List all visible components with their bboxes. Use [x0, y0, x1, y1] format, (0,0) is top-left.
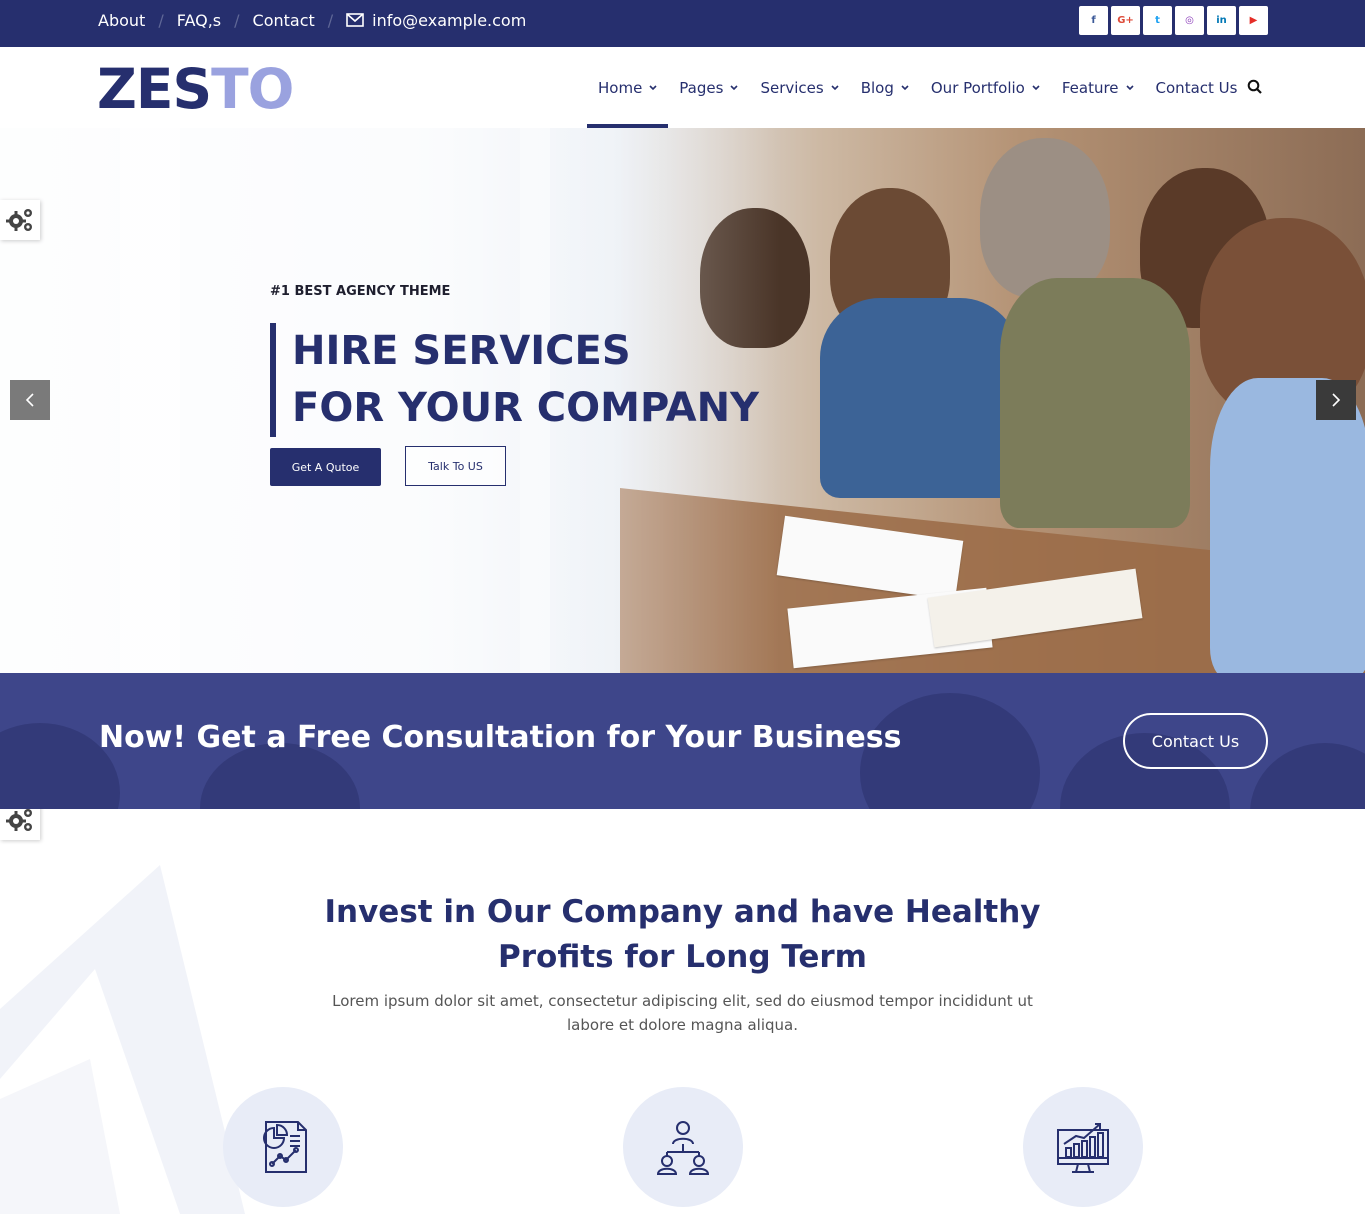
growth-monitor-icon	[1057, 1123, 1109, 1173]
talk-to-us-button[interactable]: Talk To US	[405, 446, 506, 486]
top-bar: About / FAQ,s / Contact / info@example.c…	[0, 0, 1365, 47]
youtube-icon[interactable]: ▶	[1239, 6, 1268, 35]
google-plus-icon[interactable]: G+	[1111, 6, 1140, 35]
feature-icon-circle[interactable]	[1023, 1087, 1143, 1207]
nav-item-blog[interactable]: Blog	[850, 47, 920, 128]
nav-item-contact-us[interactable]: Contact Us	[1145, 47, 1249, 128]
email-text: info@example.com	[372, 10, 527, 30]
search-icon[interactable]	[1247, 79, 1263, 95]
chevron-left-icon	[25, 393, 34, 407]
get-quote-button[interactable]: Get A Qutoe	[270, 448, 381, 486]
chevron-down-icon	[730, 84, 739, 90]
main-nav: Home Pages Services Blog Our Portfolio F…	[587, 47, 1248, 128]
chevron-down-icon	[901, 84, 909, 90]
instagram-icon[interactable]: ◎	[1175, 6, 1204, 35]
invest-heading-line: Invest in Our Company and have Healthy	[324, 894, 1041, 930]
slider-next-button[interactable]	[1316, 380, 1356, 420]
invest-description: Lorem ipsum dolor sit amet, consectetur …	[330, 989, 1035, 1037]
chevron-down-icon	[1032, 84, 1040, 90]
report-chart-icon	[263, 1121, 307, 1173]
slider-prev-button[interactable]	[10, 380, 50, 420]
invest-description-line: labore et dolore magna aliqua.	[567, 1016, 798, 1034]
separator: /	[234, 10, 240, 30]
hero-person-image	[1000, 278, 1190, 528]
separator: /	[158, 10, 164, 30]
twitter-icon[interactable]: t	[1143, 6, 1172, 35]
hero-person-image	[820, 298, 1020, 498]
hero-title-line: HIRE SERVICES	[292, 328, 631, 374]
hero-person-image	[1210, 378, 1365, 673]
nav-item-pages[interactable]: Pages	[668, 47, 749, 128]
top-link-faq[interactable]: FAQ,s	[177, 11, 221, 30]
chevron-down-icon	[831, 84, 839, 90]
logo-dark-part: ZES	[97, 57, 212, 121]
consultation-heading: Now! Get a Free Consultation for Your Bu…	[99, 720, 902, 755]
chevron-down-icon	[649, 84, 657, 90]
chevron-down-icon	[1125, 84, 1134, 90]
logo-light-part: TO	[211, 57, 294, 121]
top-link-about[interactable]: About	[98, 11, 145, 30]
feature-icon-circle[interactable]	[223, 1087, 343, 1207]
social-links: f G+ t ◎ in ▶	[1079, 6, 1268, 35]
main-header: ZESTO Home Pages Services Blog Our Portf…	[0, 47, 1365, 128]
site-logo[interactable]: ZESTO	[97, 61, 294, 117]
facebook-icon[interactable]: f	[1079, 6, 1108, 35]
background-silhouette	[1250, 743, 1365, 809]
hero-title-line: FOR YOUR COMPANY	[292, 385, 760, 431]
email-link[interactable]: info@example.com	[346, 11, 526, 30]
consultation-banner: Now! Get a Free Consultation for Your Bu…	[0, 673, 1365, 809]
linkedin-icon[interactable]: in	[1207, 6, 1236, 35]
envelope-icon	[346, 13, 364, 27]
hero-person-image	[980, 138, 1110, 298]
nav-item-home[interactable]: Home	[587, 47, 669, 128]
invest-description-line: Lorem ipsum dolor sit amet, consectetur …	[332, 992, 1033, 1010]
top-links: About / FAQ,s / Contact / info@example.c…	[98, 0, 526, 40]
gears-icon	[6, 209, 32, 231]
nav-item-portfolio[interactable]: Our Portfolio	[920, 47, 1051, 128]
settings-toggle[interactable]	[0, 200, 40, 240]
nav-item-feature[interactable]: Feature	[1051, 47, 1145, 128]
invest-heading: Invest in Our Company and have Healthy P…	[0, 890, 1365, 980]
top-link-contact[interactable]: Contact	[253, 11, 315, 30]
background-triangle-shape	[0, 865, 245, 1214]
nav-item-services[interactable]: Services	[749, 47, 849, 128]
hero-title: HIRE SERVICES FOR YOUR COMPANY	[270, 323, 759, 437]
separator: /	[327, 10, 334, 30]
invest-heading-line: Profits for Long Term	[498, 939, 867, 975]
feature-icon-circle[interactable]	[623, 1087, 743, 1207]
hero-tagline: #1 BEST AGENCY THEME	[270, 284, 451, 299]
contact-us-button[interactable]: Contact Us	[1123, 713, 1268, 769]
chevron-right-icon	[1332, 393, 1341, 407]
team-hierarchy-icon	[656, 1121, 710, 1175]
